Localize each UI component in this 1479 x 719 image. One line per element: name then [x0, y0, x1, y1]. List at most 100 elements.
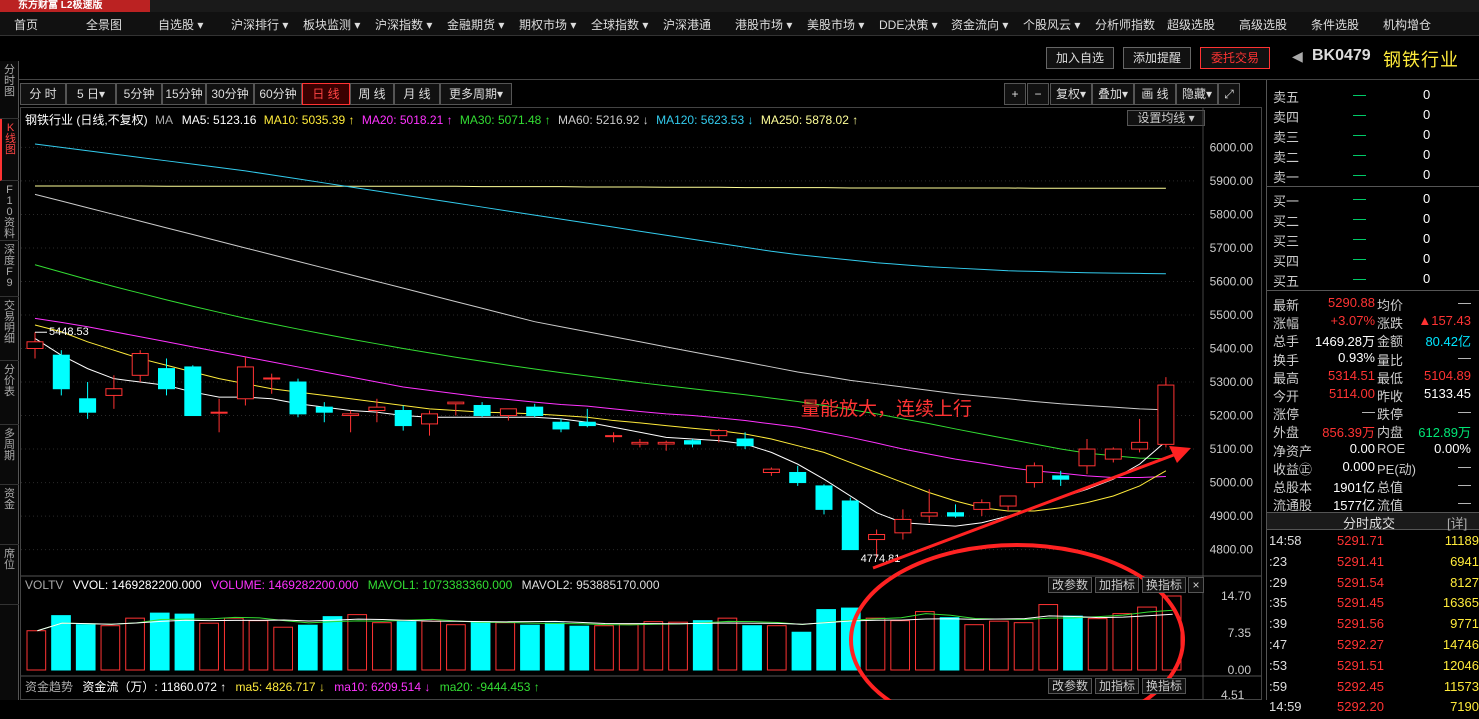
- ticks-detail-link[interactable]: [详]: [1447, 513, 1467, 532]
- quote-stat-row: 外盘 856.39万 内盘 612.89万: [1273, 422, 1473, 442]
- period-tab[interactable]: 分 时: [20, 83, 66, 105]
- chart-tool-button[interactable]: 复权▾: [1050, 83, 1092, 105]
- chart-tool-button[interactable]: 隐藏▾: [1176, 83, 1218, 105]
- nav-item[interactable]: 沪深指数 ▾: [375, 16, 432, 33]
- left-tab-char: 9: [6, 277, 13, 289]
- nav-item[interactable]: DDE决策 ▾: [879, 16, 938, 33]
- orderbook-volume: 0: [1423, 167, 1431, 182]
- volume-bar: [1112, 613, 1133, 671]
- left-tab[interactable]: 席位: [0, 545, 19, 605]
- left-tab[interactable]: 交易明细: [0, 297, 19, 361]
- volume-edit-params-button[interactable]: 改参数: [1048, 577, 1092, 593]
- orderbook-buy-row: 买五 — 0: [1273, 271, 1473, 291]
- candle-body: [158, 368, 175, 390]
- nav-item[interactable]: 全球指数 ▾: [591, 16, 648, 33]
- stat-value: 612.89万: [1418, 425, 1471, 441]
- period-tab[interactable]: 5 日▾: [66, 83, 116, 105]
- orderbook-label: 卖二: [1273, 150, 1300, 165]
- candle-body: [657, 441, 675, 445]
- period-tab[interactable]: 月 线: [394, 83, 440, 105]
- annotation-text: 量能放大，连续上行: [801, 398, 972, 420]
- nav-item[interactable]: 分析师指数: [1095, 16, 1155, 33]
- nav-item[interactable]: 美股市场 ▾: [807, 16, 864, 33]
- candle-body: [684, 440, 701, 445]
- nav-item[interactable]: 沪深排行 ▾: [231, 16, 288, 33]
- left-tab[interactable]: 资金: [0, 485, 19, 545]
- candle-body: [1078, 448, 1096, 467]
- left-tab[interactable]: F10资料: [0, 181, 19, 241]
- candle-body: [999, 495, 1017, 507]
- chart-tool-button[interactable]: 叠加▾: [1092, 83, 1134, 105]
- volume-bar: [742, 625, 762, 671]
- nav-item[interactable]: 高级选股: [1239, 16, 1287, 33]
- left-tab[interactable]: 分价表: [0, 361, 19, 425]
- ma120-line: [34, 143, 1166, 275]
- left-tab[interactable]: 分时图: [0, 61, 19, 119]
- orderbook-volume: 0: [1423, 87, 1431, 102]
- nav-item[interactable]: 沪深港通: [663, 16, 711, 33]
- nav-item[interactable]: 资金流向 ▾: [951, 16, 1008, 33]
- volume-bar: [273, 626, 293, 671]
- period-tab[interactable]: 日 线: [302, 83, 350, 105]
- chart-tool-button[interactable]: ⤢: [1218, 83, 1240, 105]
- nav-item[interactable]: 全景图: [86, 16, 122, 33]
- left-tab[interactable]: K线图: [0, 119, 19, 181]
- stat-label: 收益㊣: [1273, 461, 1313, 477]
- left-tab[interactable]: 多周期: [0, 425, 19, 485]
- nav-item[interactable]: 首页: [14, 16, 38, 33]
- period-tab[interactable]: 15分钟: [162, 83, 206, 105]
- volume-add-indicator-button[interactable]: 加指标: [1095, 577, 1139, 593]
- candle-body: [631, 441, 649, 445]
- stat-value: 1901亿: [1333, 480, 1375, 495]
- nav-item[interactable]: 条件选股: [1311, 16, 1359, 33]
- volume-switch-indicator-button[interactable]: 换指标: [1142, 577, 1186, 593]
- stat-label: 换手: [1273, 352, 1300, 368]
- nav-item[interactable]: 超级选股: [1167, 16, 1215, 33]
- nav-item[interactable]: 期权市场 ▾: [519, 16, 576, 33]
- left-tab[interactable]: 深度F9: [0, 241, 19, 297]
- chart-tool-button[interactable]: −: [1027, 83, 1049, 105]
- orderbook-sell-row: 卖二 — 0: [1273, 147, 1473, 167]
- chart-tool-button[interactable]: 画 线: [1134, 83, 1176, 105]
- orderbook-volume: 0: [1423, 147, 1431, 162]
- tick-row: :29 5291.54 8127: [1269, 575, 1479, 595]
- collapse-arrow-icon[interactable]: ◀: [1292, 48, 1303, 65]
- volume-bar: [347, 614, 368, 671]
- fund-add-indicator-button[interactable]: 加指标: [1095, 678, 1139, 694]
- fund-legend: 资金趋势 资金流（万）: 11860.072 ↑ ma5: 4826.717 ↓…: [25, 678, 540, 695]
- period-tab[interactable]: 60分钟: [254, 83, 302, 105]
- fund-edit-params-button[interactable]: 改参数: [1048, 678, 1092, 694]
- candle-body: [236, 366, 254, 400]
- stat-label: 最高: [1273, 370, 1300, 386]
- ma5-line: [34, 338, 1167, 527]
- candle-body: [1131, 441, 1149, 450]
- ma10-line: [34, 324, 1167, 512]
- candle-body: [447, 401, 465, 405]
- period-tab[interactable]: 5分钟: [116, 83, 162, 105]
- stats-divider: [1267, 290, 1479, 291]
- add-alert-button[interactable]: 添加提醒: [1123, 47, 1191, 69]
- nav-item[interactable]: 港股市场 ▾: [735, 16, 792, 33]
- nav-item[interactable]: 自选股 ▾: [158, 16, 203, 33]
- tick-volume: 14746: [1442, 637, 1479, 652]
- volume-bar: [495, 622, 516, 671]
- volume-close-icon[interactable]: ×: [1188, 577, 1204, 593]
- chart-tool-button[interactable]: +: [1004, 83, 1026, 105]
- volume-bar: [964, 624, 985, 671]
- tick-price: 5292.45: [1337, 678, 1384, 694]
- nav-item[interactable]: 机构增仓: [1383, 16, 1431, 33]
- nav-item[interactable]: 板块监测 ▾: [303, 16, 360, 33]
- orderbook-price: —: [1353, 271, 1366, 286]
- period-tab[interactable]: 更多周期▾: [440, 83, 512, 105]
- order-button[interactable]: 委托交易: [1200, 47, 1270, 69]
- nav-item[interactable]: 个股风云 ▾: [1023, 16, 1080, 33]
- period-tab[interactable]: 周 线: [350, 83, 394, 105]
- volume-bar: [643, 621, 664, 671]
- stat-label: 总股本: [1273, 480, 1313, 495]
- kline-chart[interactable]: 6000.00 5900.00 5800.00 5700.00 5600.00 5500.…: [21, 108, 1261, 700]
- period-tab[interactable]: 30分钟: [206, 83, 254, 105]
- nav-item[interactable]: 金融期货 ▾: [447, 16, 504, 33]
- fund-flow-value: 资金流（万）: 11860.072 ↑: [82, 680, 227, 694]
- add-watchlist-button[interactable]: 加入自选: [1046, 47, 1114, 69]
- fund-switch-indicator-button[interactable]: 换指标: [1142, 678, 1186, 694]
